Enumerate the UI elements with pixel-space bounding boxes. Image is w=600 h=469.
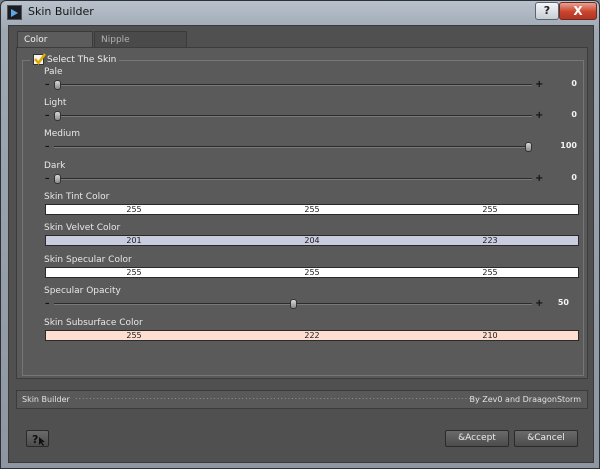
dark-decrease-icon[interactable]: – bbox=[45, 174, 50, 184]
skin-subsurface-red: 255 bbox=[126, 331, 142, 340]
skin-tint-red: 255 bbox=[126, 205, 142, 214]
specular-opacity-value: 50 bbox=[557, 298, 569, 307]
medium-track[interactable] bbox=[54, 146, 532, 148]
app-logo-icon bbox=[7, 5, 22, 20]
pale-thumb[interactable] bbox=[54, 80, 61, 90]
title-help-button[interactable]: ? bbox=[535, 2, 559, 20]
window-close-button[interactable]: X bbox=[559, 2, 597, 20]
footer-app-name: Skin Builder bbox=[22, 395, 70, 404]
checkmark-icon bbox=[34, 53, 47, 66]
pale-increase-icon[interactable]: + bbox=[535, 79, 543, 90]
dark-thumb[interactable] bbox=[54, 174, 61, 184]
select-skin-header: Select The Skin bbox=[30, 53, 120, 66]
color-settings-panel: Select The Skin Pale – + 0 Light – + 0 M… bbox=[16, 47, 588, 379]
medium-label: Medium bbox=[44, 129, 80, 139]
medium-value: 100 bbox=[560, 141, 577, 150]
skin-tint-blue: 255 bbox=[482, 205, 498, 214]
skin-specular-label: Skin Specular Color bbox=[44, 255, 132, 265]
skin-specular-red: 255 bbox=[126, 268, 142, 277]
svg-text:?: ? bbox=[32, 433, 38, 446]
skin-tint-label: Skin Tint Color bbox=[44, 192, 110, 202]
light-increase-icon[interactable]: + bbox=[535, 110, 543, 121]
specular-opacity-slider[interactable]: – + 50 bbox=[45, 297, 575, 311]
dark-increase-icon[interactable]: + bbox=[535, 173, 543, 184]
dark-slider[interactable]: – + 0 bbox=[45, 172, 577, 186]
light-label: Light bbox=[44, 98, 67, 108]
skin-specular-blue: 255 bbox=[482, 268, 498, 277]
skin-velvet-red: 201 bbox=[126, 236, 142, 245]
skin-tint-color-swatch[interactable]: 255 255 255 bbox=[45, 204, 579, 215]
select-skin-label: Select The Skin bbox=[47, 54, 117, 65]
skin-velvet-green: 204 bbox=[304, 236, 320, 245]
dark-track[interactable] bbox=[54, 178, 532, 180]
tab-color-settings[interactable]: Color Settings bbox=[17, 31, 93, 61]
skin-specular-green: 255 bbox=[304, 268, 320, 277]
skin-specular-color-swatch[interactable]: 255 255 255 bbox=[45, 267, 579, 278]
light-decrease-icon[interactable]: – bbox=[45, 111, 50, 121]
title-bar[interactable]: Skin Builder ? X bbox=[1, 1, 599, 25]
window-title: Skin Builder bbox=[28, 5, 94, 18]
specular-opacity-label: Specular Opacity bbox=[44, 286, 121, 296]
medium-slider[interactable]: – 100 bbox=[45, 140, 577, 154]
specular-opacity-decrease-icon[interactable]: – bbox=[45, 299, 50, 309]
whats-this-help-button[interactable]: ? bbox=[26, 430, 49, 447]
pale-value: 0 bbox=[571, 79, 577, 88]
footer-dot-leader: ........................................… bbox=[75, 392, 482, 401]
skin-subsurface-color-swatch[interactable]: 255 222 210 bbox=[45, 330, 579, 341]
pale-track[interactable] bbox=[54, 84, 532, 86]
whats-this-help-icon: ? bbox=[32, 433, 45, 446]
light-slider[interactable]: – + 0 bbox=[45, 109, 577, 123]
specular-opacity-thumb[interactable] bbox=[289, 299, 297, 309]
footer-credits: By Zev0 and DraagonStorm bbox=[469, 395, 581, 404]
medium-thumb[interactable] bbox=[525, 142, 532, 152]
pale-label: Pale bbox=[44, 67, 63, 77]
skin-subsurface-label: Skin Subsurface Color bbox=[44, 318, 143, 328]
light-track[interactable] bbox=[54, 115, 532, 117]
cancel-button[interactable]: &Cancel bbox=[514, 430, 578, 447]
skin-subsurface-green: 222 bbox=[304, 331, 320, 340]
light-value: 0 bbox=[571, 110, 577, 119]
skin-tint-green: 255 bbox=[304, 205, 320, 214]
accept-button[interactable]: &Accept bbox=[445, 430, 509, 447]
tab-nipple-adjustment[interactable]: Nipple Adjustment bbox=[94, 31, 187, 61]
skin-subsurface-blue: 210 bbox=[482, 331, 498, 340]
select-skin-checkbox[interactable] bbox=[33, 53, 47, 66]
pale-slider[interactable]: – + 0 bbox=[45, 78, 577, 92]
dialog-body: Color Settings Nipple Adjustment Select … bbox=[8, 25, 594, 463]
skin-velvet-color-swatch[interactable]: 201 204 223 bbox=[45, 235, 579, 246]
dark-label: Dark bbox=[44, 161, 66, 171]
pale-decrease-icon[interactable]: – bbox=[45, 80, 50, 90]
select-skin-groupbox: Select The Skin Pale – + 0 Light – + 0 M… bbox=[22, 53, 584, 376]
skin-velvet-blue: 223 bbox=[482, 236, 498, 245]
medium-decrease-icon[interactable]: – bbox=[45, 142, 50, 152]
skin-velvet-label: Skin Velvet Color bbox=[44, 223, 121, 233]
dark-value: 0 bbox=[571, 173, 577, 182]
light-thumb[interactable] bbox=[54, 111, 61, 121]
credits-bar: Skin Builder ...........................… bbox=[16, 390, 588, 409]
skin-builder-window: Skin Builder ? X Color Settings Nipple A… bbox=[0, 0, 600, 469]
